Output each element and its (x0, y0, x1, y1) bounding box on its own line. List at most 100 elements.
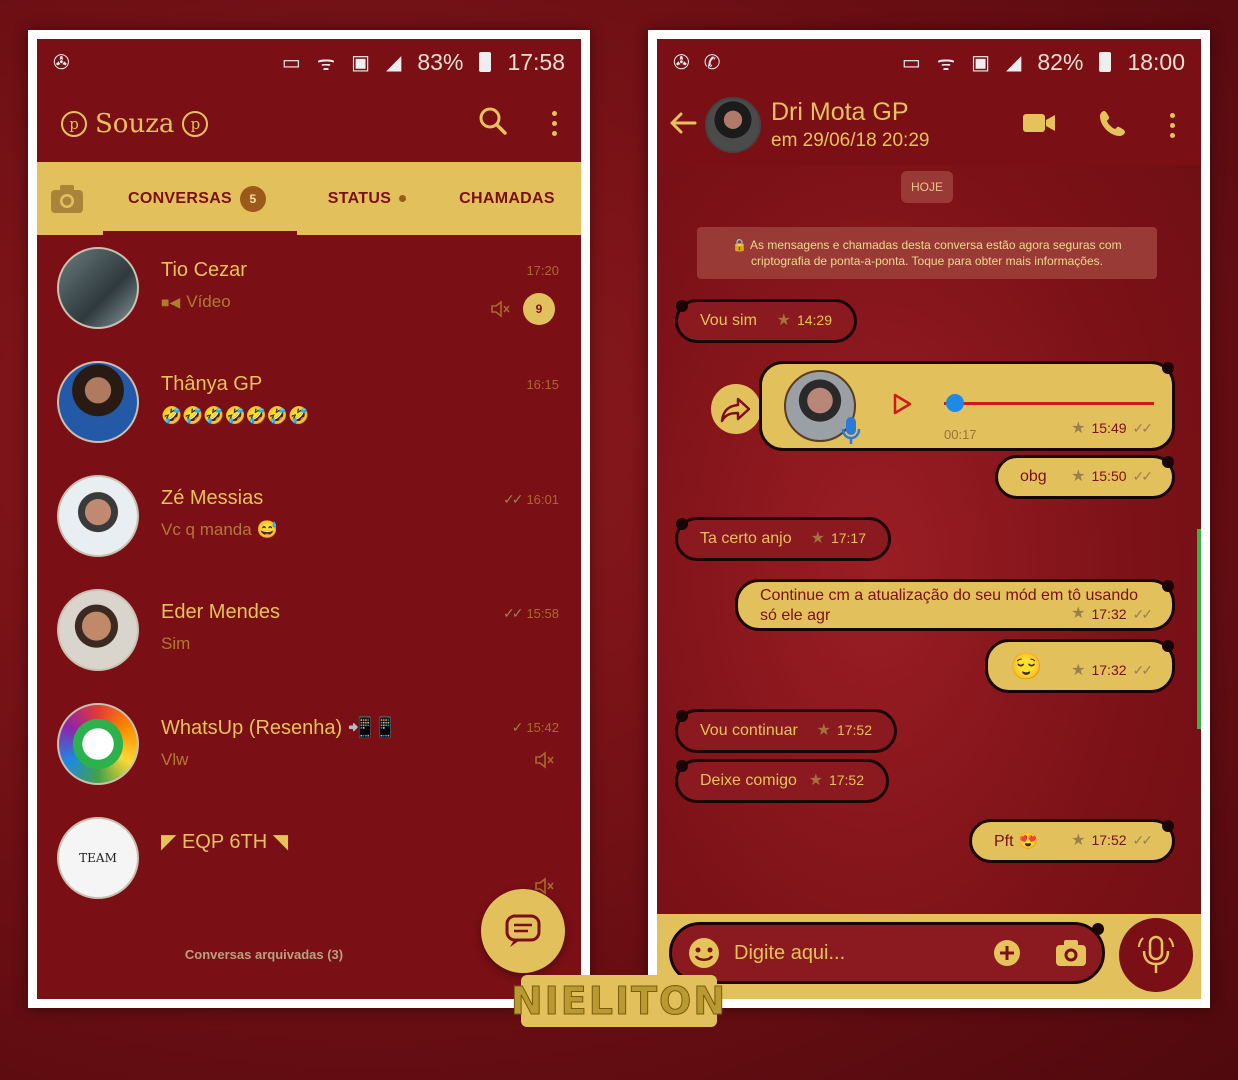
overflow-menu-icon[interactable] (552, 111, 557, 136)
camera-icon (51, 184, 83, 213)
tab-chats-label: CONVERSAS (127, 189, 233, 207)
message-time: 17:52 (1091, 832, 1127, 848)
voice-call-icon[interactable] (1098, 108, 1128, 143)
message-time: 17:52 (836, 722, 872, 738)
avatar (57, 475, 139, 557)
tab-chats[interactable]: CONVERSAS 5 (97, 162, 297, 235)
chat-preview: Vlw (161, 750, 189, 769)
status-bar: ✇ ▭ ᯤ ▣ ◢ 83% 17:58 (37, 39, 581, 85)
microphone-icon (841, 417, 861, 444)
back-arrow-icon[interactable] (669, 111, 699, 140)
read-ticks-icon: ✓✓ (1132, 467, 1154, 484)
search-icon[interactable] (478, 106, 508, 141)
app-header: p Souza p (37, 85, 581, 162)
avatar (57, 589, 139, 671)
tab-status[interactable]: STATUS (297, 190, 437, 208)
battery-icon (479, 52, 492, 72)
record-voice-button[interactable] (1119, 918, 1193, 992)
message-input-placeholder: Digite aqui... (734, 941, 846, 964)
camera-tab[interactable] (37, 183, 97, 215)
message-bubble-outgoing[interactable]: obg ★ 15:50 ✓✓ (995, 455, 1175, 499)
audio-progress-track[interactable] (944, 402, 1154, 405)
chat-name: ◤ EQP 6TH ◥ (161, 831, 289, 853)
chat-time: 15:58 (526, 606, 559, 621)
input-bar: Digite aqui... (657, 914, 1201, 999)
video-call-icon[interactable] (1022, 112, 1056, 139)
status-bar: ✇ ✆ ▭ ᯤ ▣ ◢ 82% 18:00 (657, 39, 1201, 85)
message-bubble-incoming[interactable]: Ta certo anjo ★ 17:17 (675, 517, 891, 561)
overflow-menu-icon[interactable] (1170, 112, 1175, 138)
clock: 17:58 (507, 48, 565, 75)
read-ticks-icon: ✓✓ (1132, 606, 1154, 622)
star-icon: ★ (1071, 605, 1086, 622)
read-ticks-icon: ✓✓ (502, 491, 524, 507)
voice-duration: 00:17 (944, 427, 977, 442)
chat-list: Tio Cezar ■◀ Vídeo 17:20 9 Thânya GP 🤣🤣🤣🤣… (37, 235, 581, 919)
chat-name: Thânya GP (161, 373, 263, 395)
chat-row[interactable]: Zé Messias Vc q manda 😅 ✓✓ 16:01 (37, 463, 581, 577)
signal-icon: ◢ (1006, 51, 1022, 74)
app-title: Souza (95, 108, 175, 139)
message-bubble-outgoing[interactable]: Continue cm a atualização do seu mód em … (735, 579, 1175, 631)
attach-plus-icon[interactable] (992, 938, 1022, 968)
star-icon: ★ (810, 530, 825, 547)
message-text: obg (1020, 468, 1047, 485)
cast-icon: ▭ (901, 51, 921, 74)
avatar (57, 247, 139, 329)
play-icon[interactable] (890, 392, 914, 416)
avatar (57, 361, 139, 443)
unread-badge: 9 (523, 293, 555, 325)
star-icon: ★ (1071, 662, 1086, 679)
message-bubble-incoming[interactable]: Vou continuar ★ 17:52 (675, 709, 897, 753)
phone-left: ✇ ▭ ᯤ ▣ ◢ 83% 17:58 p Souza p CONVERSAS … (28, 30, 590, 1008)
avatar-team-logo: TEAM (79, 851, 117, 865)
sent-tick-icon: ✓ (511, 719, 524, 735)
video-icon: ■◀ (161, 293, 181, 310)
message-time: 17:52 (828, 772, 864, 788)
last-seen: em 29/06/18 20:29 (771, 130, 930, 151)
emoji-icon[interactable] (686, 935, 722, 971)
microphone-icon (1138, 935, 1174, 973)
chat-row[interactable]: Thânya GP 🤣🤣🤣🤣🤣🤣🤣 16:15 (37, 349, 581, 463)
new-chat-button[interactable] (481, 889, 565, 973)
archived-chats-link[interactable]: Conversas arquivadas (3) (37, 947, 491, 962)
message-bubble-outgoing[interactable]: 😌 ★ 17:32 ✓✓ (985, 639, 1175, 693)
message-time: 14:29 (796, 312, 832, 328)
message-bubble-outgoing[interactable]: Pft 😍 ★ 17:52 ✓✓ (969, 819, 1175, 863)
tab-bar: CONVERSAS 5 STATUS CHAMADAS (37, 162, 581, 235)
forward-button[interactable] (711, 384, 761, 434)
watermark-logo: NIELITON (510, 975, 726, 1027)
chat-preview: Vc q manda 😅 (161, 520, 278, 539)
message-bubble-incoming[interactable]: Vou sim ★ 14:29 (675, 299, 857, 343)
contact-info[interactable]: Dri Mota GP em 29/06/18 20:29 (771, 98, 929, 152)
muted-icon (535, 751, 554, 769)
message-time: 17:32 (1091, 606, 1127, 622)
message-bubble-incoming[interactable]: Deixe comigo ★ 17:52 (675, 759, 889, 803)
chat-row[interactable]: WhatsUp (Resenha) 📲📱 Vlw ✓ 15:42 (37, 691, 581, 805)
audio-progress-knob[interactable] (946, 394, 964, 412)
chat-preview: 🤣🤣🤣🤣🤣🤣🤣 (161, 406, 310, 425)
sync-icon: ✇ (53, 51, 70, 74)
message-text: Pft 😍 (994, 833, 1038, 850)
status-dot (399, 195, 407, 202)
contact-avatar[interactable] (705, 97, 761, 153)
message-text: Vou continuar (700, 722, 798, 739)
chat-row[interactable]: Eder Mendes Sim ✓✓ 15:58 (37, 577, 581, 691)
star-icon: ★ (1071, 420, 1086, 437)
read-ticks-icon: ✓✓ (1132, 419, 1154, 436)
message-input[interactable]: Digite aqui... (669, 922, 1105, 984)
chat-preview: Vídeo (186, 292, 231, 311)
camera-icon[interactable] (1054, 938, 1088, 968)
star-icon: ★ (808, 772, 823, 789)
battery-icon (1099, 52, 1112, 72)
chat-row[interactable]: Tio Cezar ■◀ Vídeo 17:20 9 (37, 235, 581, 349)
chat-time: 17:20 (526, 263, 559, 278)
wifi-icon: ᯤ (936, 52, 956, 75)
encryption-notice[interactable]: 🔒 As mensagens e chamadas desta conversa… (697, 227, 1157, 279)
message-time: 15:50 (1091, 468, 1127, 484)
message-text: 😌 (1010, 650, 1043, 681)
muted-icon (491, 300, 510, 318)
sync-icon: ✇ (673, 51, 690, 74)
tab-calls[interactable]: CHAMADAS (437, 190, 577, 208)
voice-message-bubble[interactable]: 00:17 ★ 15:49 ✓✓ (759, 361, 1175, 451)
